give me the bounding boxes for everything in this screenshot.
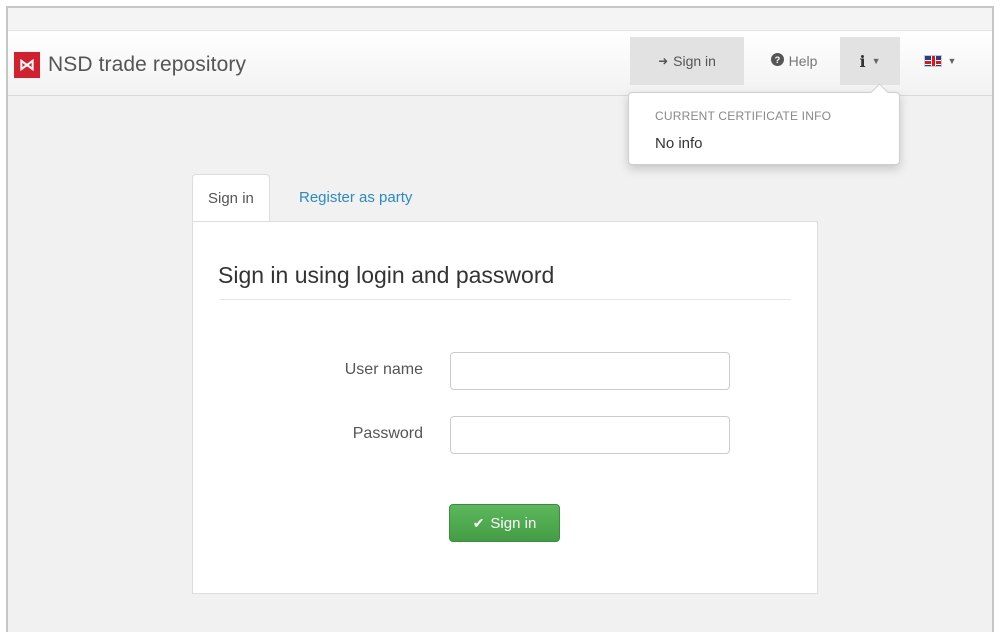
password-input[interactable] [450, 416, 730, 454]
app-window: ⋈ NSD trade repository ➜ Sign in ? Help … [6, 6, 994, 632]
tab-register-as-party[interactable]: Register as party [284, 174, 427, 220]
svg-text:?: ? [774, 55, 780, 65]
chevron-down-icon: ▼ [871, 56, 881, 66]
divider [219, 299, 791, 300]
nav-help-button[interactable]: ? Help [752, 37, 836, 85]
submit-label: Sign in [490, 514, 537, 532]
nsd-logo-icon: ⋈ [14, 52, 40, 78]
tab-sign-in[interactable]: Sign in [192, 174, 270, 222]
password-label: Password [352, 425, 423, 442]
dropdown-header: CURRENT CERTIFICATE INFO [655, 109, 832, 123]
certificate-info-dropdown: CURRENT CERTIFICATE INFO No info [628, 92, 900, 165]
nav-info-dropdown-toggle[interactable]: i ▼ [840, 37, 900, 85]
chevron-down-icon: ▼ [947, 56, 957, 66]
brand[interactable]: ⋈ NSD trade repository [14, 52, 246, 78]
signin-panel: Sign in using login and password User na… [192, 221, 818, 594]
info-icon: i [859, 51, 866, 71]
username-label: User name [344, 361, 423, 378]
dropdown-item[interactable]: No info [655, 135, 703, 152]
sign-in-icon: ➜ [658, 54, 669, 68]
form-title: Sign in using login and password [218, 262, 555, 288]
navbar: ⋈ NSD trade repository ➜ Sign in ? Help … [8, 30, 992, 96]
check-icon: ✔ [472, 514, 485, 531]
sign-in-submit-button[interactable]: ✔ Sign in [449, 504, 560, 542]
brand-name: NSD trade repository [48, 53, 247, 76]
question-circle-icon: ? [770, 53, 784, 69]
nav-signin-button[interactable]: ➜ Sign in [630, 37, 744, 85]
nav-signin-label: Sign in [673, 53, 716, 69]
nav-language-dropdown[interactable]: ▼ [908, 37, 972, 85]
nav-help-label: Help [788, 53, 818, 69]
uk-flag-icon [923, 55, 942, 67]
top-strip [8, 8, 992, 30]
username-input[interactable] [450, 352, 730, 390]
